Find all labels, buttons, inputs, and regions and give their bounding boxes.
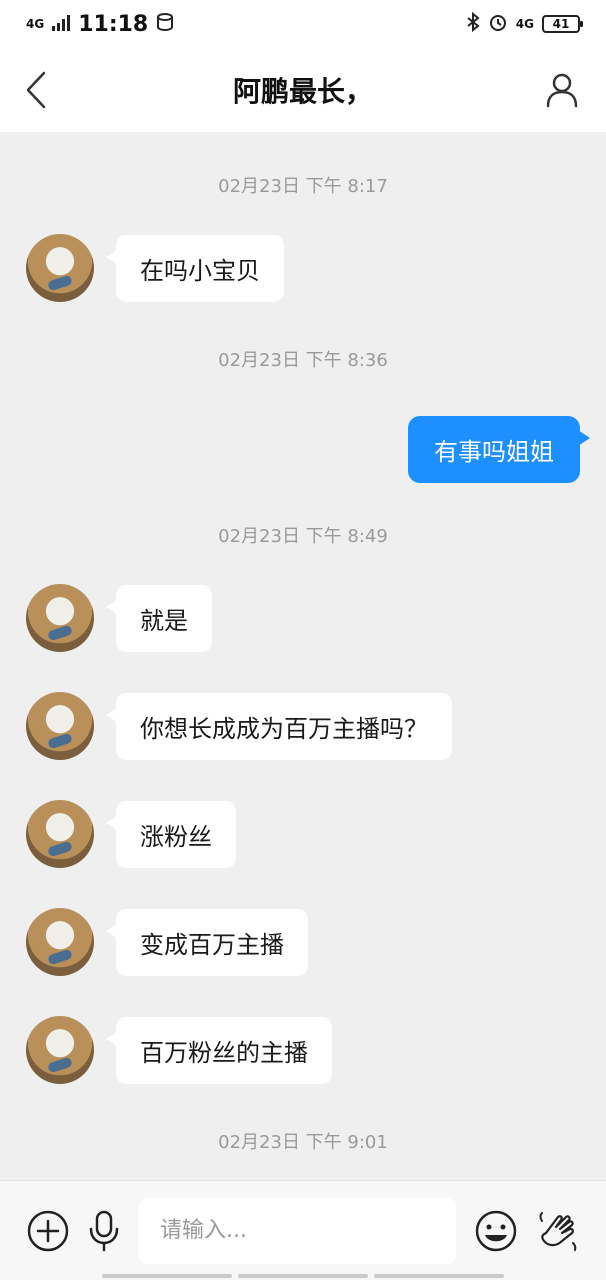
message-bubble-incoming[interactable]: 你想长成成为百万主播吗？ [106,692,452,760]
avatar[interactable] [26,800,94,868]
gesture-segment [238,1274,368,1278]
avatar[interactable] [26,908,94,976]
gesture-segment [374,1274,504,1278]
status-left: 4G 11:18 [26,12,174,37]
signal-icon [52,12,71,37]
message-bubble-incoming[interactable]: 在吗小宝贝 [106,234,284,302]
bluetooth-icon [466,11,480,36]
message-row-incoming: 百万粉丝的主播 [26,1016,580,1084]
message-timestamp: 02月23日 下午 9:01 [218,1132,388,1152]
chevron-left-icon [26,71,46,109]
message-bubble-incoming[interactable]: 变成百万主播 [106,908,308,976]
network-indicator-right: 4G [515,17,534,31]
status-right: 4G 41 [466,11,583,36]
message-bubble-incoming[interactable]: 涨粉丝 [106,800,236,868]
emoji-button[interactable] [474,1209,518,1253]
network-indicator: 4G [26,17,45,31]
chat-area[interactable]: 02月23日 下午 8:17 在吗小宝贝 02月23日 下午 8:36 有事吗姐… [0,132,606,1152]
data-saver-icon [156,12,174,37]
avatar[interactable] [26,584,94,652]
gesture-button[interactable] [536,1209,580,1253]
avatar[interactable] [26,1016,94,1084]
message-timestamp: 02月23日 下午 8:49 [218,526,388,547]
add-button[interactable] [26,1209,70,1253]
profile-button[interactable] [540,66,584,114]
message-row-incoming: 变成百万主播 [26,908,580,976]
avatar[interactable] [26,234,94,302]
user-icon [546,73,578,108]
message-row-incoming: 你想长成成为百万主播吗？ [26,692,580,760]
message-timestamp: 02月23日 下午 8:36 [218,350,388,371]
hand-wave-icon [539,1211,577,1251]
message-input[interactable] [138,1197,456,1264]
emoji-icon [475,1210,517,1251]
message-bubble-incoming[interactable]: 就是 [106,584,212,652]
message-row-incoming: 涨粉丝 [26,800,580,868]
message-bubble-incoming[interactable]: 百万粉丝的主播 [106,1016,332,1084]
voice-button[interactable] [88,1209,120,1253]
back-button[interactable] [16,66,56,114]
gesture-segment [102,1274,232,1278]
status-bar: 4G 11:18 4G 41 [0,0,606,48]
plus-circle-icon [27,1210,69,1251]
chat-title: 阿鹏最长， [232,75,373,108]
chat-header: 阿鹏最长， [0,48,606,132]
battery-icon: 41 [542,15,583,33]
input-bar [0,1180,606,1280]
message-timestamp: 02月23日 下午 8:17 [218,176,388,197]
message-row-incoming: 在吗小宝贝 [26,234,580,302]
message-bubble-outgoing[interactable]: 有事吗姐姐 [408,416,590,483]
system-gesture-bar [0,1274,606,1280]
avatar[interactable] [26,692,94,760]
message-row-incoming: 就是 [26,584,580,652]
microphone-icon [89,1210,119,1251]
status-time: 11:18 [78,11,149,37]
alarm-icon [488,12,508,36]
message-row-outgoing: 有事吗姐姐 [26,416,590,483]
